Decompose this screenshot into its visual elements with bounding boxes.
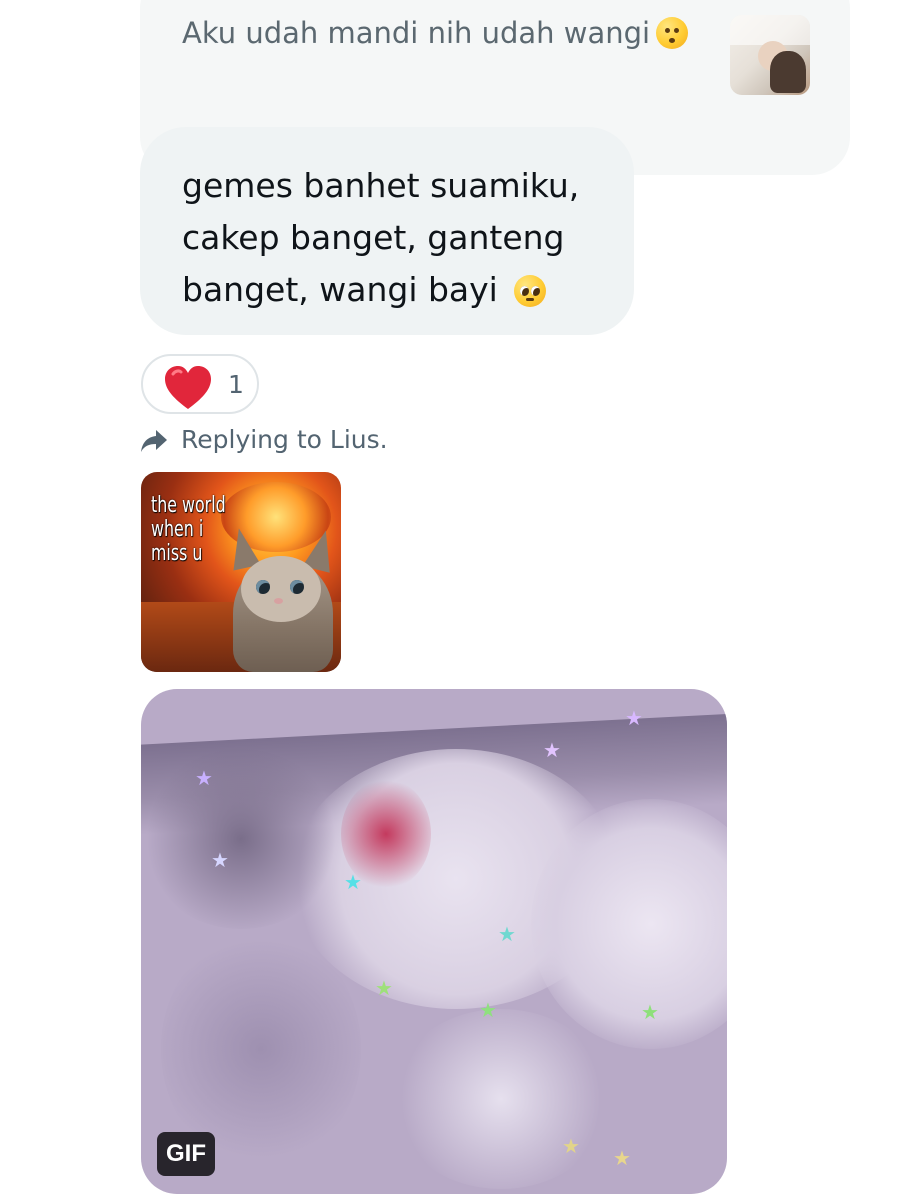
red-heart-icon [165, 366, 211, 409]
pleading-face-emoji-icon [514, 275, 547, 307]
reaction-pill[interactable]: 1 [141, 354, 259, 414]
kissing-closed-eyes-emoji-icon [656, 17, 689, 49]
reply-arrow-icon [141, 430, 167, 452]
quoted-message-text: Aku udah mandi nih udah wangi [182, 16, 651, 50]
reaction-count: 1 [228, 370, 244, 399]
quoted-photo-thumbnail[interactable] [730, 15, 810, 95]
quoted-message: Aku udah mandi nih udah wangi [182, 16, 689, 50]
message-content: gemes banhet suamiku, cakep banget, gant… [182, 160, 612, 316]
gif-badge: GIF [157, 1132, 215, 1176]
replying-to-label[interactable]: Replying to Lius. [181, 425, 388, 454]
gif-media[interactable]: ★ ★ ★ ★ ★ ★ ★ ★ ★ ★ ★ [141, 689, 727, 1194]
meme-image[interactable]: the world when i miss u [141, 472, 341, 672]
meme-caption: the world when i miss u [151, 493, 226, 566]
